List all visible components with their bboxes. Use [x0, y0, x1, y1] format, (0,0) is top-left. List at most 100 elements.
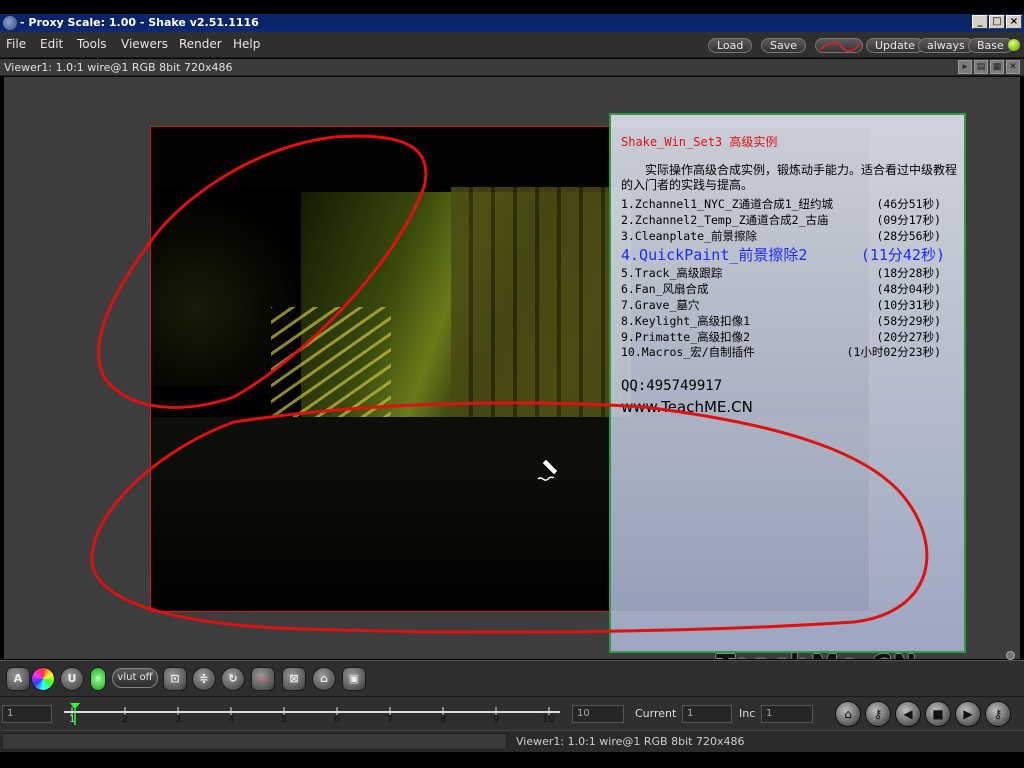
lesson-name: 3.Cleanplate_前景擦除 [621, 228, 758, 243]
lesson-item: 9.Primatte_高级扣像2 (20分27秒) [621, 330, 963, 346]
viewer-toolbar: A U ⚡ vlut off ⊡ ≑ ↻ ▭ ⊠ ⌂ ▣ [0, 660, 1024, 696]
key-back-button[interactable]: ⚷ [865, 701, 891, 727]
vlut-toggle-button[interactable]: vlut off [112, 668, 158, 688]
screen-bottom-edge [0, 752, 1024, 768]
viewer-title: Viewer1: 1.0:1 wire@1 RGB 8bit 720x486 [4, 61, 233, 74]
lesson-list: 1.Zchannel1_NYC_Z通道合成1_纽约城 (46分51秒) 2.Zch… [621, 197, 963, 361]
alpha-channel-button[interactable]: A [6, 667, 30, 691]
viewer-close-icon[interactable]: ✕ [1006, 60, 1020, 74]
tick-label: 9 [493, 714, 500, 725]
ruler-ticks [71, 707, 550, 715]
lesson-item: 3.Cleanplate_前景擦除 (28分56秒) [621, 229, 963, 245]
minimize-button[interactable]: _ [972, 15, 988, 29]
stop-button[interactable]: ■ [925, 701, 951, 727]
lesson-duration: (20分27秒) [876, 329, 941, 344]
timeline-end-field[interactable]: 10 [572, 705, 624, 723]
lesson-name: 7.Grave_墓穴 [621, 297, 700, 312]
tick-label: 10 [542, 714, 555, 725]
viewer-split-icon[interactable]: ▤ [974, 60, 988, 74]
window-title: - Proxy Scale: 1.00 - Shake v2.51.1116 [20, 16, 259, 29]
update-button[interactable]: Update [866, 38, 924, 53]
shake-app-icon[interactable] [3, 16, 17, 30]
base-button[interactable]: Base [968, 38, 1013, 53]
window-controls: _ □ × [972, 15, 1022, 29]
tick-label: 3 [175, 714, 182, 725]
lesson-duration: (46分51秒) [876, 197, 941, 211]
inc-label: Inc [739, 707, 756, 720]
load-button[interactable]: Load [708, 38, 753, 53]
menu-viewers[interactable]: Viewers [121, 37, 168, 51]
home-button[interactable]: ⌂ [312, 667, 336, 691]
color-wheel-button[interactable] [31, 667, 55, 691]
curve-icon [819, 42, 861, 52]
lesson-item: 7.Grave_墓穴 (10分31秒) [621, 298, 963, 314]
frame-display-button[interactable]: ▭ [251, 667, 275, 691]
course-intro: 实际操作高级合成实例，锻炼动手能力。适合看过中级教程的入门者的实践与提高。 [621, 163, 958, 192]
lesson-duration: (48分04秒) [876, 282, 941, 297]
play-backward-button[interactable]: ◀ [895, 701, 921, 727]
lesson-item: 1.Zchannel1_NYC_Z通道合成1_纽约城 (46分51秒) [621, 197, 963, 213]
lesson-name: 5.Track_高级跟踪 [621, 266, 723, 281]
tick-label: 2 [122, 714, 129, 725]
lesson-item: 8.Keylight_高级扣像1 (58分29秒) [621, 314, 963, 330]
teachme-watermark: TeachMe.CN [716, 648, 917, 659]
menu-render[interactable]: Render [179, 37, 222, 51]
go-start-button[interactable]: ⌂ [835, 701, 861, 727]
website-url: www.TeachME.CN [621, 398, 753, 416]
lesson-item: 10.Macros_宏/自制插件 (1小时02分23秒) [621, 345, 963, 361]
lesson-duration: (10分31秒) [876, 297, 941, 312]
course-info-panel: Shake_Win_Set3 高级实例 实际操作高级合成实例，锻炼动手能力。适合… [609, 113, 966, 653]
lesson-name: 9.Primatte_高级扣像2 [621, 329, 751, 344]
lesson-duration: (11分42秒) [860, 246, 945, 265]
compare-button[interactable]: ≑ [192, 667, 216, 691]
lesson-duration: (1小时02分23秒) [846, 345, 941, 360]
lesson-name: 1.Zchannel1_NYC_Z通道合成1_纽约城 [621, 197, 834, 211]
course-title: Shake_Win_Set3 高级实例 [621, 135, 778, 149]
menu-bar: File Edit Tools Viewers Render Help Load… [0, 32, 1024, 58]
refresh-button[interactable]: ↻ [221, 667, 245, 691]
timeline-bar: 1 1 2 3 4 5 6 7 8 9 10 10 Current 1 Inc … [0, 696, 1024, 730]
viewer-pin-icon[interactable]: ▸ [958, 60, 972, 74]
menu-help[interactable]: Help [233, 37, 260, 51]
current-frame-field[interactable]: 1 [682, 705, 732, 723]
lesson-duration: (18分28秒) [876, 266, 941, 281]
lesson-name: 4.QuickPaint_前景擦除2 [621, 246, 808, 265]
contact-qq: QQ:495749917 [621, 378, 723, 394]
playhead-marker-icon[interactable] [70, 703, 80, 725]
viewer-grid-icon[interactable]: ▦ [990, 60, 1004, 74]
menu-tools[interactable]: Tools [77, 37, 107, 51]
status-text: Viewer1: 1.0:1 wire@1 RGB 8bit 720x486 [516, 735, 745, 748]
update-mode-button[interactable]: U [60, 667, 84, 691]
key-forward-button[interactable]: ⚷ [985, 701, 1011, 727]
viewer-header-controls: ▸ ▤ ▦ ✕ [958, 60, 1020, 74]
update-curve-button[interactable] [815, 38, 863, 53]
lesson-item: 2.Zchannel2_Temp_Z通道合成2_古庙 (09分17秒) [621, 213, 963, 229]
timeline-start-field[interactable]: 1 [2, 705, 52, 723]
time-ruler[interactable]: 1 2 3 4 5 6 7 8 9 10 [64, 703, 560, 725]
fit-view-button[interactable]: ⊠ [282, 667, 306, 691]
lesson-item: 6.Fan_风扇合成 (48分04秒) [621, 282, 963, 298]
maximize-button[interactable]: □ [989, 15, 1005, 29]
paint-brush-cursor-icon [537, 458, 559, 481]
scene-lights [271, 307, 391, 427]
viewer-resize-handle-icon[interactable] [1006, 651, 1015, 660]
menu-file[interactable]: File [6, 37, 26, 51]
always-button[interactable]: always [918, 38, 974, 53]
save-button[interactable]: Save [761, 38, 807, 53]
increment-field[interactable]: 1 [761, 705, 813, 723]
tick-label: 4 [228, 714, 235, 725]
lesson-duration: (28分56秒) [876, 228, 941, 243]
viewer-header: Viewer1: 1.0:1 wire@1 RGB 8bit 720x486 ▸… [0, 59, 1024, 76]
play-forward-button[interactable]: ▶ [955, 701, 981, 727]
tick-label: 6 [334, 714, 341, 725]
lesson-name: 8.Keylight_高级扣像1 [621, 313, 751, 328]
viewer-canvas[interactable]: Shake_Win_Set3 高级实例 实际操作高级合成实例，锻炼动手能力。适合… [4, 77, 1020, 659]
menu-edit[interactable]: Edit [40, 37, 63, 51]
save-frame-button[interactable]: ▣ [342, 667, 366, 691]
tick-label: 7 [387, 714, 394, 725]
roi-crop-button[interactable]: ⊡ [163, 667, 187, 691]
close-button[interactable]: × [1006, 15, 1022, 29]
title-bar: - Proxy Scale: 1.00 - Shake v2.51.1116 _… [0, 14, 1024, 32]
lightning-icon[interactable]: ⚡ [90, 667, 106, 691]
current-label: Current [635, 707, 677, 720]
